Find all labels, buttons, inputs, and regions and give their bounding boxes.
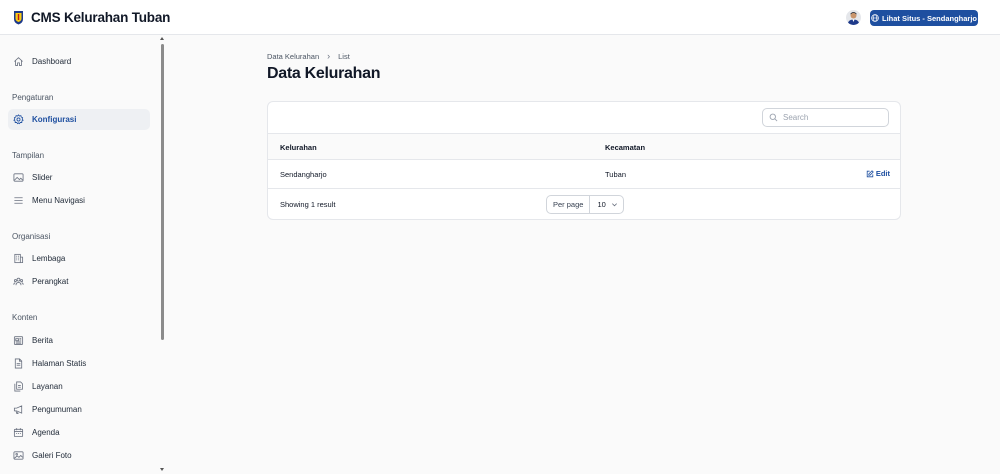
sidebar-item-label: Layanan <box>32 382 63 391</box>
per-page-value-text: 10 <box>597 200 606 209</box>
scrollbar-thumb[interactable] <box>161 44 164 340</box>
cell-kelurahan: Sendangharjo <box>280 170 327 179</box>
edit-label: Edit <box>875 169 890 178</box>
sidebar-item-label: Galeri Foto <box>32 451 72 460</box>
sidebar-item-menu-navigasi[interactable]: Menu Navigasi <box>8 190 150 211</box>
per-page-select[interactable]: Per page 10 <box>546 195 624 214</box>
page-title: Data Kelurahan <box>267 65 381 82</box>
sidebar-item-label: Perangkat <box>32 277 69 286</box>
users-icon <box>13 277 24 286</box>
user-avatar-icon <box>846 10 861 25</box>
globe-icon <box>871 14 879 22</box>
home-icon <box>14 57 23 66</box>
edit-button[interactable]: Edit <box>866 169 890 178</box>
image-icon <box>13 173 24 182</box>
table-card: Kelurahan Kecamatan Sendangharjo Tuban E… <box>267 101 901 220</box>
gear-icon <box>13 114 24 125</box>
sidebar-item-galeri-foto[interactable]: Galeri Foto <box>8 445 150 466</box>
per-page-label: Per page <box>547 196 591 213</box>
sidebar-group-tampilan: Tampilan <box>12 151 45 160</box>
column-header-kecamatan[interactable]: Kecamatan <box>605 143 645 152</box>
sidebar-item-perangkat[interactable]: Perangkat <box>8 271 150 292</box>
edit-icon <box>866 169 874 177</box>
app-title: CMS Kelurahan Tuban <box>31 9 171 25</box>
per-page-value[interactable]: 10 <box>590 200 617 209</box>
sidebar: Dashboard Pengaturan Konfigurasi Tampila… <box>0 36 166 474</box>
documents-icon <box>14 381 23 392</box>
table-header: Kelurahan Kecamatan <box>268 133 900 160</box>
column-header-kelurahan[interactable]: Kelurahan <box>280 143 317 152</box>
search-icon <box>769 113 778 122</box>
megaphone-icon <box>13 405 23 415</box>
brand[interactable]: CMS Kelurahan Tuban <box>13 10 170 25</box>
sidebar-item-layanan[interactable]: Layanan <box>8 376 150 397</box>
logo-icon <box>14 10 23 24</box>
sidebar-item-berita[interactable]: Berita <box>8 330 150 351</box>
sidebar-item-label: Agenda <box>32 428 60 437</box>
sidebar-item-slider[interactable]: Slider <box>8 167 150 188</box>
breadcrumb-current: List <box>338 51 350 61</box>
view-site-button[interactable]: Lihat Situs - Sendangharjo <box>870 10 978 26</box>
top-bar: CMS Kelurahan Tuban Lihat Situs - Sendan… <box>0 0 1000 35</box>
sidebar-group-pengaturan: Pengaturan <box>12 93 54 102</box>
sidebar-item-label: Menu Navigasi <box>32 196 85 205</box>
scroll-up-arrow-icon[interactable] <box>160 37 164 40</box>
building-icon <box>14 253 24 264</box>
sidebar-item-halaman-statis[interactable]: Halaman Statis <box>8 353 150 374</box>
sidebar-item-label: Berita <box>32 336 53 345</box>
sidebar-group-konten: Konten <box>12 313 38 322</box>
sidebar-item-label: Konfigurasi <box>32 115 77 124</box>
sidebar-item-label: Slider <box>32 173 53 182</box>
menu-icon <box>14 197 23 204</box>
view-site-label: Lihat Situs - Sendangharjo <box>881 13 977 23</box>
breadcrumb-link[interactable]: Data Kelurahan <box>267 52 319 61</box>
sidebar-item-agenda[interactable]: Agenda <box>8 422 150 443</box>
chevron-down-icon <box>611 203 617 207</box>
sidebar-item-label: Dashboard <box>32 57 72 66</box>
sidebar-item-pengumuman[interactable]: Pengumuman <box>8 399 150 420</box>
sidebar-item-konfigurasi[interactable]: Konfigurasi <box>8 109 150 130</box>
sidebar-item-label: Halaman Statis <box>32 359 87 368</box>
chevron-right-icon: › <box>327 51 331 61</box>
sidebar-item-dashboard[interactable]: Dashboard <box>8 51 150 72</box>
photo-icon <box>13 451 24 460</box>
newspaper-icon <box>13 336 24 345</box>
scroll-down-arrow-icon[interactable] <box>160 468 164 471</box>
result-count: Showing 1 result <box>280 200 336 209</box>
breadcrumb: Data Kelurahan › List <box>267 51 350 61</box>
calendar-icon <box>13 428 24 438</box>
sidebar-item-label: Lembaga <box>32 254 66 263</box>
avatar[interactable] <box>846 10 861 25</box>
document-icon <box>14 358 23 369</box>
cell-kecamatan: Tuban <box>605 170 626 179</box>
search-input[interactable] <box>783 113 883 122</box>
search-field[interactable] <box>762 108 889 127</box>
sidebar-group-organisasi: Organisasi <box>12 232 51 241</box>
sidebar-scrollbar[interactable] <box>160 36 165 474</box>
table-row[interactable]: Sendangharjo Tuban Edit <box>268 160 900 189</box>
sidebar-item-lembaga[interactable]: Lembaga <box>8 248 150 269</box>
sidebar-item-label: Pengumuman <box>32 405 82 414</box>
